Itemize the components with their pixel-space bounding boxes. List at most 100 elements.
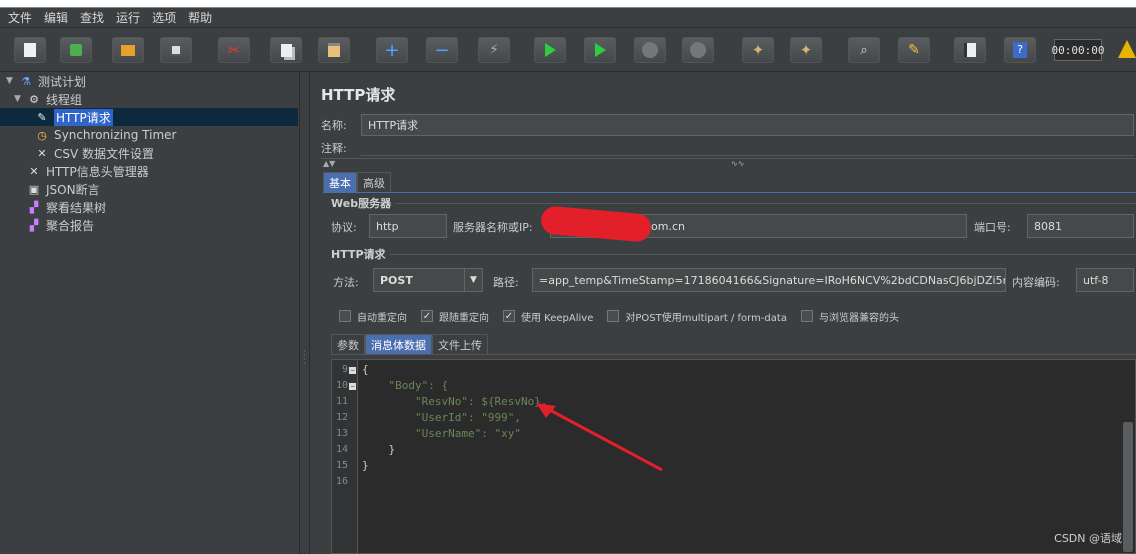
code-line: } (362, 459, 369, 472)
tree-node-csv-config[interactable]: ✕ CSV 数据文件设置 (34, 144, 154, 162)
split-pane-divider[interactable]: · · · · (300, 72, 310, 554)
function-helper-icon[interactable] (954, 37, 986, 63)
code-line: "Body": { (362, 379, 449, 392)
tab-body-data[interactable]: 消息体数据 (365, 334, 432, 354)
server-value: om.cn (651, 219, 685, 233)
templates-icon[interactable] (60, 37, 92, 63)
line-number: 14 (335, 444, 348, 455)
clear-all-icon[interactable]: ✦ (790, 37, 822, 63)
chevron-down-icon[interactable]: ▼ (464, 269, 482, 291)
checkbox-icon[interactable] (800, 310, 813, 322)
comment-label: 注释: (321, 142, 347, 155)
tree-node-test-plan[interactable]: ▼ ⚗ 测试计划 (6, 72, 86, 90)
comment-row: 注释: (321, 139, 1136, 157)
pipette-icon: ✎ (37, 110, 47, 124)
expand-arrow-icon[interactable]: ▼ (6, 76, 18, 86)
code-line: "UserName": "xy" (362, 427, 521, 440)
tree-node-json-assertion[interactable]: ▣ JSON断言 (26, 180, 100, 198)
encoding-input[interactable]: utf-8 (1076, 268, 1134, 292)
toggle-icon[interactable]: ⚡ (478, 37, 510, 63)
config-tabs: 基本 高级 (323, 172, 391, 192)
line-number: 11 (335, 396, 348, 407)
line-gutter: 9 − 10 − 11 12 13 14 15 16 (332, 360, 358, 553)
body-tabs: 参数 消息体数据 文件上传 (331, 334, 488, 354)
clear-icon[interactable]: ✦ (742, 37, 774, 63)
line-number: 12 (335, 412, 348, 423)
help-icon[interactable]: ? (1004, 37, 1036, 63)
method-select[interactable]: POST ▼ (373, 268, 483, 292)
menu-file[interactable]: 文件 (8, 9, 32, 26)
checkbox-icon[interactable] (607, 310, 620, 322)
http-request-group-title: HTTP请求 (331, 248, 386, 261)
save-icon[interactable] (160, 37, 192, 63)
protocol-input[interactable]: http (369, 214, 447, 238)
gear-icon: ⚙ (29, 92, 39, 106)
tree-node-http-request[interactable]: ✎ HTTP请求 (0, 108, 298, 126)
body-data-editor[interactable]: 9 − 10 − 11 12 13 14 15 16 { "Body": { "… (331, 359, 1136, 554)
cut-icon[interactable]: ✂ (218, 37, 250, 63)
copy-icon[interactable] (270, 37, 302, 63)
tree-node-header-manager[interactable]: ✕ HTTP信息头管理器 (26, 162, 148, 180)
checkbox-follow-redirect[interactable]: ✓ 跟随重定向 (421, 309, 489, 324)
collapse-bar[interactable]: ▲▼ ∿∿ (321, 158, 1136, 168)
start-no-pause-icon[interactable] (584, 37, 616, 63)
menu-edit[interactable]: 编辑 (44, 9, 68, 26)
start-icon[interactable] (534, 37, 566, 63)
checkbox-keepalive[interactable]: ✓ 使用 KeepAlive (503, 309, 593, 324)
grip-icon: · · · · (303, 347, 306, 368)
fold-icon[interactable]: − (349, 367, 356, 374)
checkbox-browser-headers[interactable]: 与浏览器兼容的头 (800, 309, 899, 324)
tree-node-sync-timer[interactable]: ◷ Synchronizing Timer (34, 126, 176, 144)
flask-icon: ⚗ (21, 74, 31, 88)
tree-node-aggregate-report[interactable]: ▞ 聚合报告 (26, 216, 94, 234)
checkbox-icon[interactable] (339, 310, 351, 322)
collapse-icon[interactable]: − (426, 37, 458, 63)
group-divider (389, 254, 1136, 255)
name-input[interactable]: HTTP请求 (361, 114, 1134, 136)
menu-run[interactable]: 运行 (116, 9, 140, 26)
expand-arrow-icon[interactable]: ▼ (14, 94, 26, 104)
tree-node-thread-group[interactable]: ▼ ⚙ 线程组 (14, 90, 82, 108)
wrench-icon: ✕ (37, 146, 47, 160)
menu-options[interactable]: 选项 (152, 9, 176, 26)
menu-help[interactable]: 帮助 (188, 9, 212, 26)
search-icon[interactable]: ⌕ (848, 37, 880, 63)
paste-icon[interactable] (318, 37, 350, 63)
tab-advanced[interactable]: 高级 (357, 172, 391, 192)
checkmark-icon[interactable]: ✓ (503, 310, 515, 322)
path-input[interactable]: =app_temp&TimeStamp=1718604166&Signature… (532, 268, 1006, 292)
warning-icon[interactable] (1118, 40, 1136, 58)
http-request-row: 方法: POST ▼ 路径: =app_temp&TimeStamp=17186… (331, 268, 1136, 292)
checkbox-auto-redirect[interactable]: 自动重定向 (339, 309, 407, 324)
vertical-scrollbar[interactable] (1123, 422, 1133, 552)
name-row: 名称: HTTP请求 (321, 114, 1136, 136)
port-input[interactable]: 8081 (1027, 214, 1134, 238)
encoding-label: 内容编码: (1012, 276, 1060, 289)
fold-icon[interactable]: − (349, 383, 356, 390)
drag-handle-icon[interactable]: ∿∿ (731, 159, 744, 168)
tree-node-results-tree[interactable]: ▞ 察看结果树 (26, 198, 106, 216)
tabs-divider (331, 354, 1136, 355)
tab-parameters[interactable]: 参数 (331, 334, 365, 354)
reset-search-icon[interactable]: ✎ (898, 37, 930, 63)
checkbox-multipart[interactable]: 对POST使用multipart / form-data (607, 309, 787, 324)
path-label: 路径: (493, 276, 519, 289)
checkmark-icon[interactable]: ✓ (421, 310, 433, 322)
open-icon[interactable] (112, 37, 144, 63)
menubar: 文件 编辑 查找 运行 选项 帮助 (0, 8, 1136, 28)
stop-icon[interactable] (634, 37, 666, 63)
tab-files-upload[interactable]: 文件上传 (432, 334, 488, 354)
comment-input[interactable] (361, 140, 1134, 156)
chart-icon: ▞ (29, 200, 39, 214)
method-label: 方法: (333, 276, 359, 289)
port-label: 端口号: (974, 221, 1011, 234)
new-icon[interactable] (14, 37, 46, 63)
menu-search[interactable]: 查找 (80, 9, 104, 26)
watermark: CSDN @语域 (1054, 532, 1122, 545)
jmeter-window: 文件 编辑 查找 运行 选项 帮助 ✂ + − ⚡ ✦ ✦ ⌕ ✎ ? 00:0… (0, 0, 1136, 554)
tab-basic[interactable]: 基本 (323, 172, 357, 192)
method-value: POST (380, 273, 413, 287)
collapse-arrows-icon[interactable]: ▲▼ (323, 159, 335, 168)
expand-icon[interactable]: + (376, 37, 408, 63)
shutdown-icon[interactable] (682, 37, 714, 63)
